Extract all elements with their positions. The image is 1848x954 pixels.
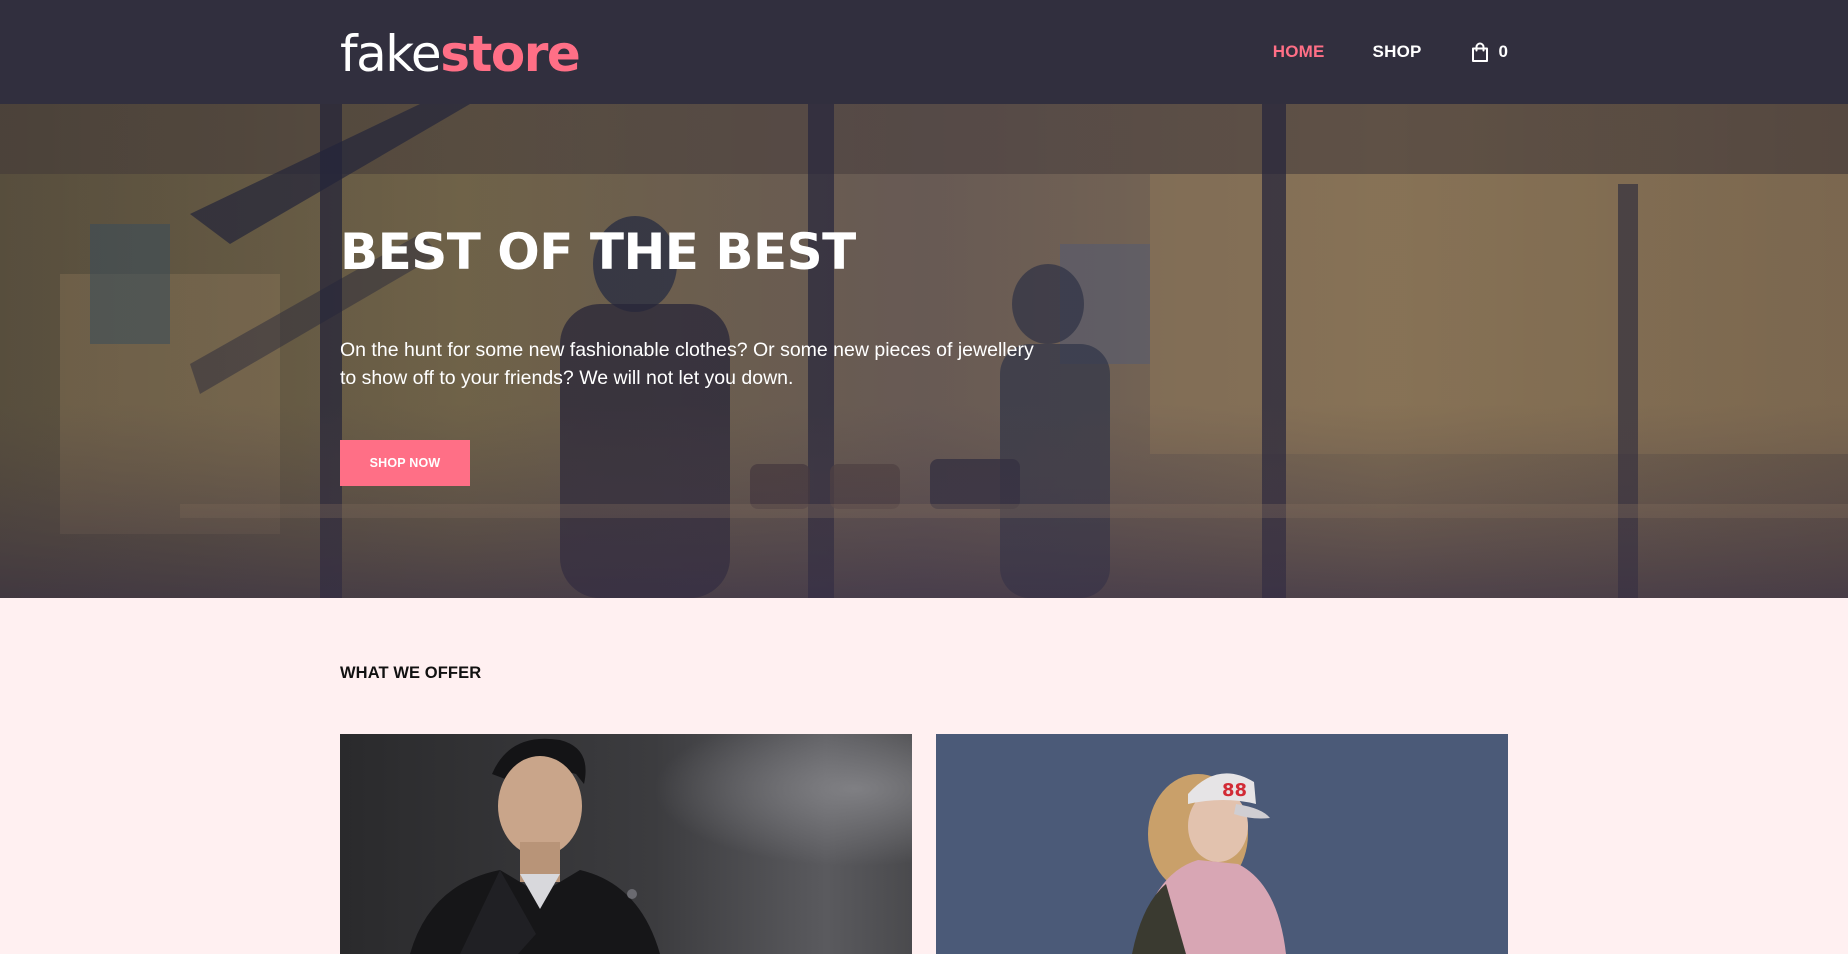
svg-text:88: 88 (1222, 780, 1247, 801)
logo-text-store: store (440, 25, 581, 83)
offer-card-men[interactable] (340, 734, 912, 954)
site-header: fakestore HOME SHOP 0 (0, 0, 1848, 104)
man-leather-jacket-photo (340, 734, 912, 954)
shop-now-button[interactable]: SHOP NOW (340, 440, 470, 486)
woman-cap-photo: 88 (1132, 773, 1286, 954)
site-logo[interactable]: fakestore (340, 25, 581, 83)
offer-section-title: WHAT WE OFFER (340, 664, 482, 682)
hero-title: BEST OF THE BEST (340, 223, 856, 281)
hero-section: BEST OF THE BEST On the hunt for some ne… (0, 104, 1848, 598)
offer-card-women[interactable]: 88 (936, 734, 1508, 954)
hero-description: On the hunt for some new fashionable clo… (340, 339, 1034, 389)
cart-button[interactable]: 0 (1470, 42, 1508, 63)
logo-text-fake: fake (340, 25, 442, 83)
shopping-bag-icon (1470, 42, 1490, 63)
nav-home-link[interactable]: HOME (1273, 42, 1325, 62)
cart-count: 0 (1498, 42, 1508, 61)
nav-shop-link[interactable]: SHOP (1373, 42, 1422, 62)
main-nav: HOME SHOP 0 (1273, 0, 1508, 104)
